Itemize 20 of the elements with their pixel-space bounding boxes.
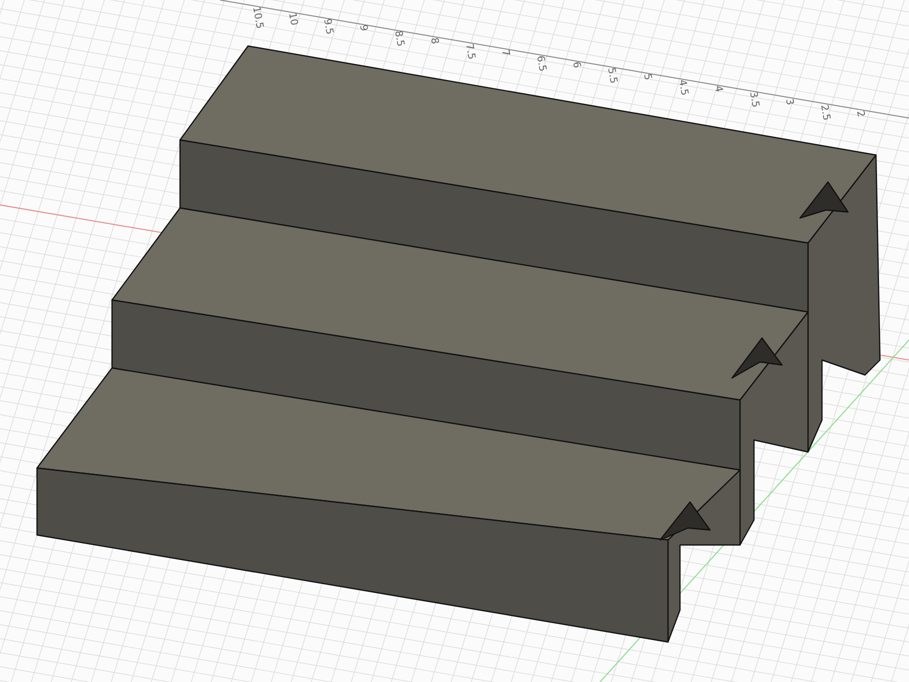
ruler-label: 3 bbox=[782, 98, 794, 106]
ruler-label: 2 bbox=[854, 110, 865, 118]
ruler-label: 2.5 bbox=[818, 104, 831, 121]
ruler-label: 7 bbox=[498, 48, 510, 57]
ruler-label: 6 bbox=[570, 60, 581, 69]
ruler-label: 4 bbox=[712, 85, 723, 94]
ruler-label: 4.5 bbox=[676, 79, 689, 97]
ruler-label: 3.5 bbox=[747, 91, 760, 109]
ruler-label: 5 bbox=[640, 73, 652, 82]
ruler-label: 8 bbox=[428, 36, 439, 45]
ruler-label: 7.5 bbox=[463, 42, 476, 60]
cad-viewport[interactable]: 10.5 10 9.5 9 8.5 8 7.5 7 6.5 6 5.5 5 4.5 4 3.5 3 2.5 2 bbox=[0, 0, 909, 682]
ruler-label: 9.5 bbox=[321, 18, 334, 36]
stair-model-drawing[interactable] bbox=[36, 45, 881, 643]
ruler-label: 10 bbox=[286, 12, 298, 26]
ruler-label: 10.5 bbox=[250, 6, 264, 30]
ruler-label: 6.5 bbox=[534, 54, 547, 72]
ruler-label: 9 bbox=[356, 24, 368, 32]
ruler-label: 5.5 bbox=[605, 67, 618, 84]
ruler-label: 8.5 bbox=[392, 30, 405, 48]
